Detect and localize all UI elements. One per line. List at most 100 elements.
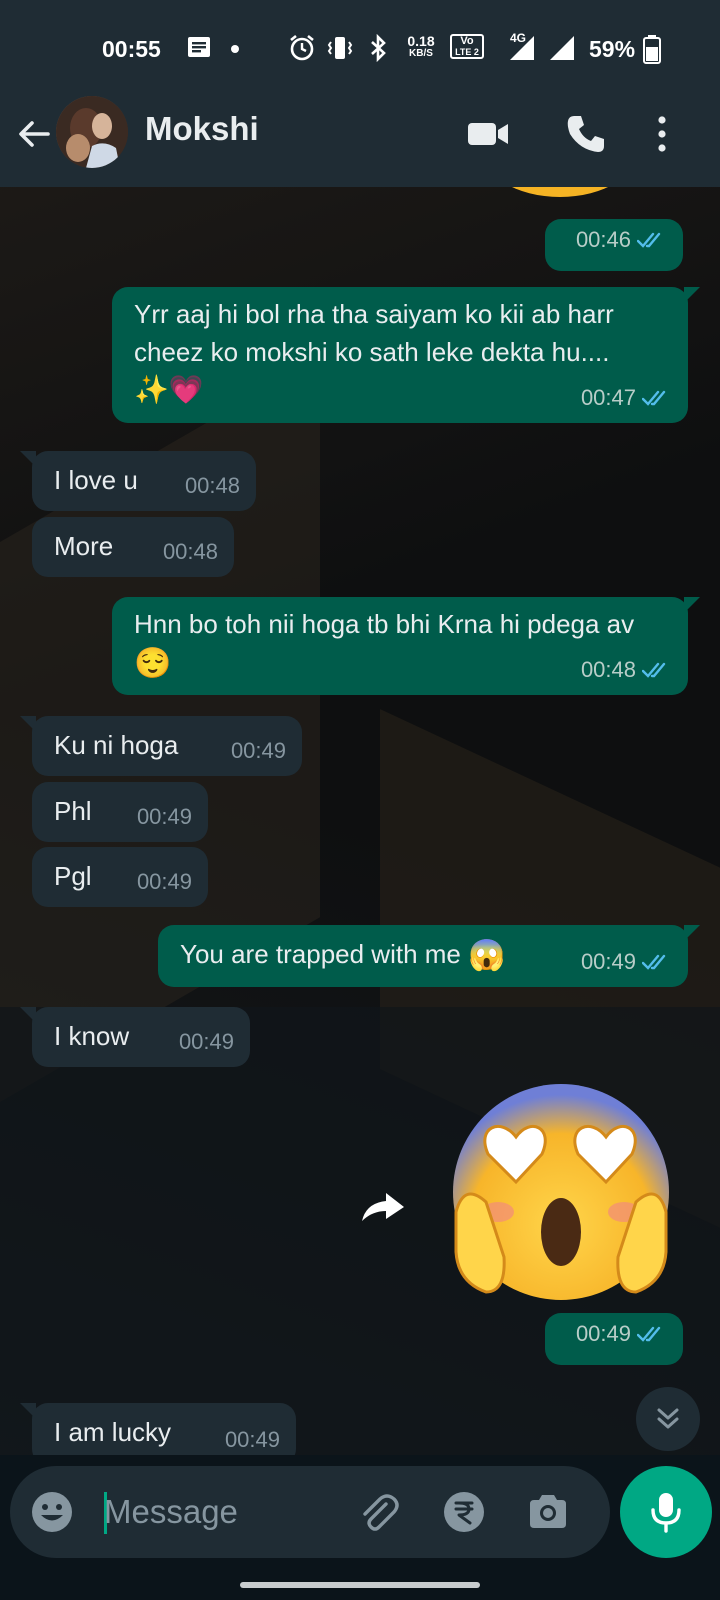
message-composer [10,1466,610,1558]
message-bubble-incoming[interactable]: Ku ni hoga 00:49 [20,716,302,776]
bluetooth-icon [371,34,386,62]
message-text: More [54,531,114,561]
alarm-icon [290,34,314,61]
status-time: 00:55 [102,36,161,62]
avatar-photo [56,96,128,168]
message-time: 00:49 [224,1427,280,1452]
sticker-partial [512,187,608,197]
bubble-tail [684,287,700,303]
message-bubble-outgoing[interactable]: Yrr aaj hi bol rha tha saiyam ko kii ab … [112,287,700,423]
read-receipt-icon [642,662,666,678]
message-bubble-outgoing[interactable]: Hnn bo toh nii hoga tb bhi Krna hi pdega… [112,597,700,695]
message-text: I am lucky [54,1417,172,1447]
battery-percent: 59% [589,36,636,62]
message-text: Yrr aaj hi bol rha tha saiyam ko kii ab … [134,299,614,367]
message-meta: 00:48 [163,533,218,571]
message-emoji: 😌 [134,647,172,681]
bubble-tail [684,597,700,613]
message-bubble-incoming[interactable]: Phl 00:49 [32,782,208,842]
message-time: 00:49 [136,804,192,829]
message-time: 00:49 [178,1029,234,1054]
avatar[interactable] [56,96,128,168]
message-bubble-incoming[interactable]: I love u 00:48 [20,451,256,511]
message-text: Phl [54,796,92,826]
message-text: I love u [54,465,138,495]
message-time: 00:49 [136,869,192,894]
bubble-tail [20,1007,36,1023]
message-meta: 00:49 [137,863,192,901]
chat-area[interactable]: 00:46 Yrr aaj hi bol rha tha saiyam ko k… [0,187,720,1455]
signal-icon-2 [550,36,574,60]
message-text: Pgl [54,861,92,891]
message-bubble-incoming[interactable]: I am lucky 00:49 [20,1403,296,1455]
volte-bottom: LTE 2 [455,47,479,57]
battery-icon [643,35,661,64]
message-bubble-incoming[interactable]: More 00:48 [32,517,234,577]
more-vert-icon[interactable] [650,112,674,156]
message-meta: 00:46 [576,221,667,259]
message-text: Hnn bo toh nii hoga tb bhi Krna hi pdega… [134,609,635,639]
net-speed-value: 0.18 [407,33,435,49]
message-meta: 00:49 [137,798,192,836]
net-speed-unit: KB/S [409,48,433,59]
message-meta: 00:48 [185,467,240,505]
message-text: You are trapped with me [180,939,461,969]
message-meta: 00:49 [179,1023,234,1061]
vibrate-icon [327,37,353,59]
message-time: 00:49 [575,1321,631,1346]
read-receipt-icon [637,232,661,248]
app-bar: Mokshi [0,96,720,187]
sticker-heart-eyes-shocked[interactable] [446,1082,676,1312]
forward-icon[interactable] [358,1187,408,1227]
read-receipt-icon [642,390,666,406]
phone-icon[interactable] [564,112,608,156]
bubble-tail [20,716,36,732]
video-camera-icon[interactable] [466,112,510,156]
message-time: 00:47 [580,385,636,410]
message-bubble-incoming[interactable]: Pgl 00:49 [32,847,208,907]
message-time: 00:48 [184,473,240,498]
rupee-icon[interactable] [442,1490,486,1534]
message-input[interactable] [104,1484,354,1540]
top-bar: 00:55 0.18 KB/S Vo LTE 2 4G 59% Mokshi [0,0,720,187]
message-text: Ku ni hoga [54,730,179,760]
read-receipt-icon [637,1326,661,1342]
net-speed: 0.18 KB/S [404,34,438,60]
message-meta: 00:49 [576,1315,667,1353]
bubble-tail [684,925,700,941]
message-bubble-outgoing[interactable]: You are trapped with me 😱 00:49 [158,925,700,987]
home-gesture-handle[interactable] [240,1582,480,1588]
message-meta: 00:49 [231,732,286,770]
arrow-left-icon[interactable] [14,114,54,154]
microphone-button[interactable] [620,1466,712,1558]
message-text: I know [54,1021,130,1051]
message-time: 00:49 [580,949,636,974]
message-meta: 00:47 [581,379,672,417]
dot-icon [231,45,239,53]
volte-top: Vo [460,35,474,47]
paperclip-icon[interactable] [356,1490,400,1534]
message-time: 00:48 [162,539,218,564]
emoji-icon[interactable] [30,1490,74,1534]
bubble-tail [20,1403,36,1419]
status-bar: 00:55 0.18 KB/S Vo LTE 2 4G 59% [0,0,720,96]
microphone-icon [651,1493,681,1533]
message-meta: 00:48 [581,651,672,689]
read-receipt-icon [642,954,666,970]
message-time: 00:46 [575,227,631,252]
message-bubble-incoming[interactable]: I know 00:49 [20,1007,250,1067]
message-meta: 00:49 [225,1421,280,1455]
message-time: 00:49 [230,738,286,763]
scroll-to-bottom-button[interactable] [636,1387,700,1451]
message-time: 00:48 [580,657,636,682]
camera-icon[interactable] [526,1490,570,1534]
message-bubble-outgoing[interactable]: 00:49 [545,1313,683,1365]
volte-badge: Vo LTE 2 [450,34,484,59]
signal-icon [510,36,534,60]
contact-name[interactable]: Mokshi [145,110,259,148]
bubble-tail [20,451,36,467]
message-bubble-outgoing[interactable]: 00:46 [545,219,683,271]
message-meta: 00:49 [581,943,672,981]
double-chevron-down-icon [657,1408,679,1429]
message-emoji: 😱 [468,939,506,973]
